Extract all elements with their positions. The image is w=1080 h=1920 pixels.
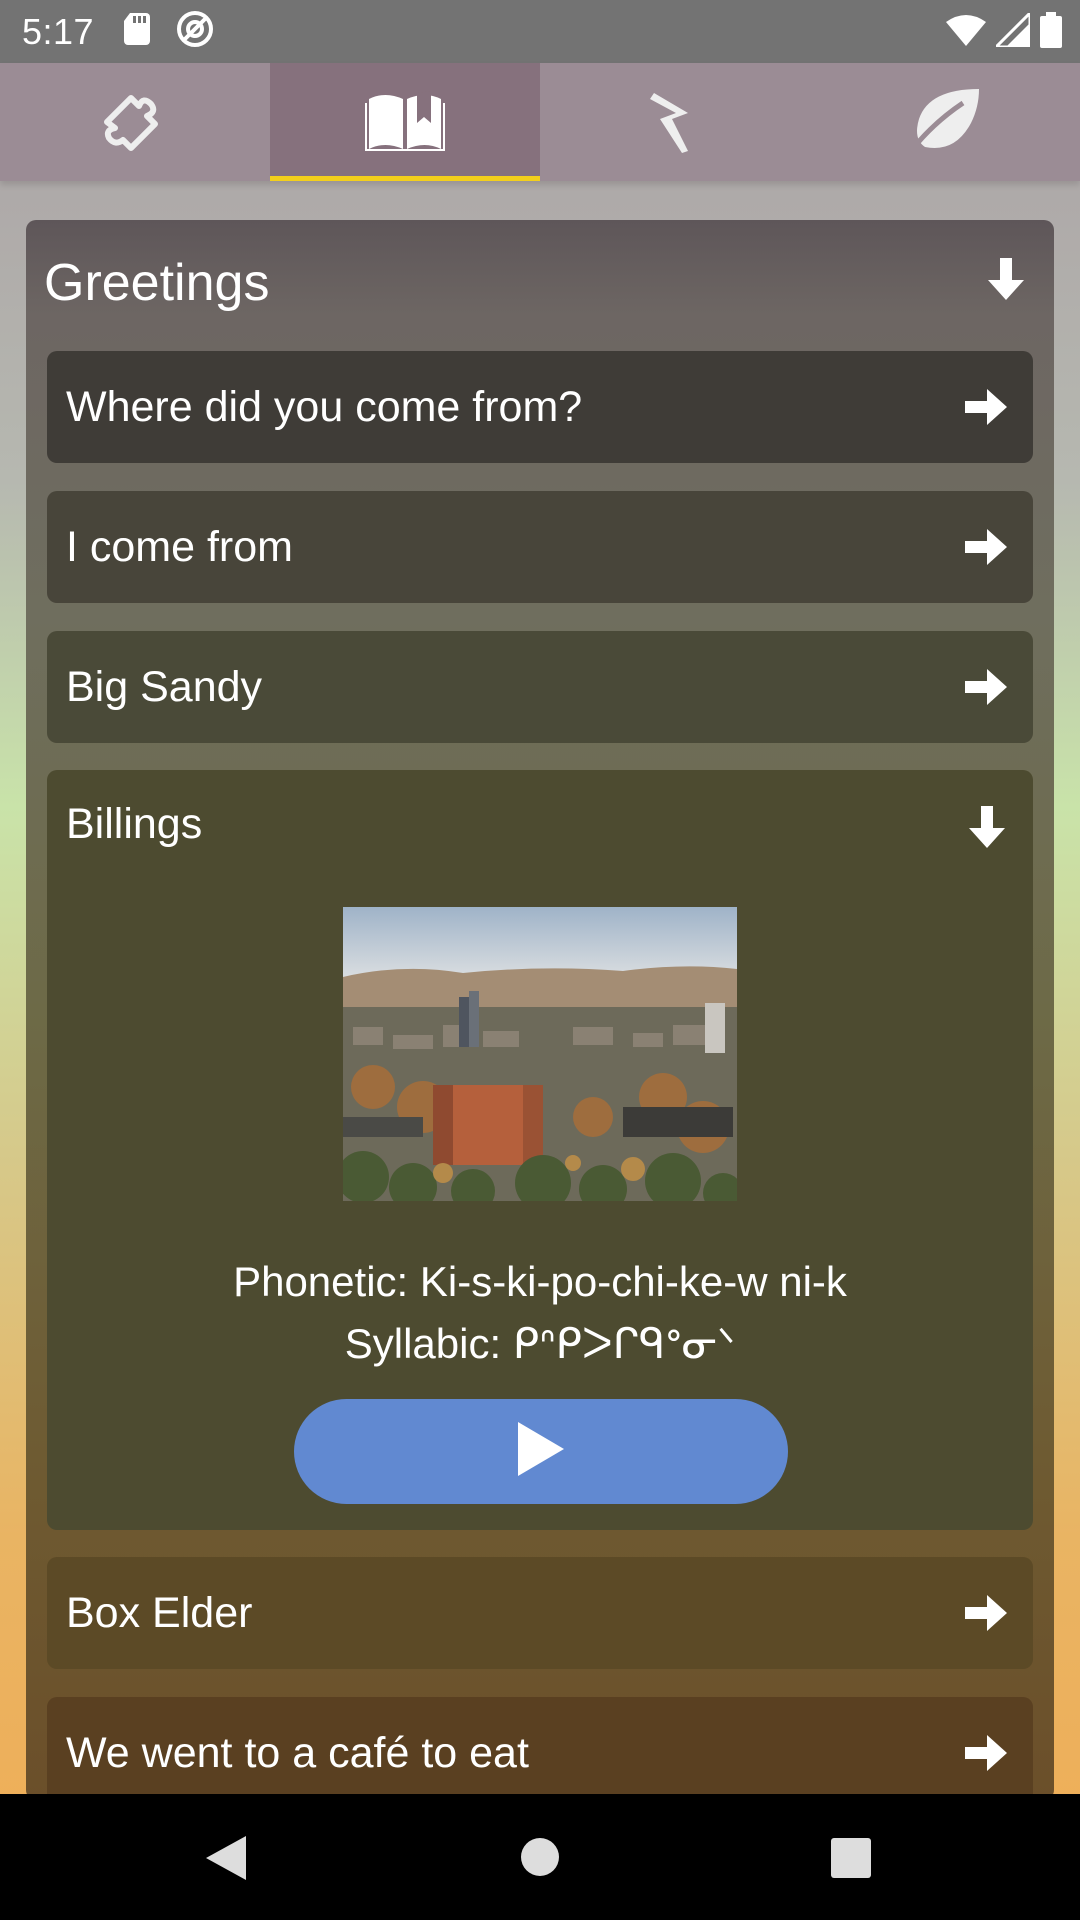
- list-item-label: I come from: [66, 522, 293, 571]
- tab-book[interactable]: [270, 63, 540, 181]
- arrow-right-icon: [965, 1733, 1007, 1784]
- wifi-icon: [946, 14, 986, 51]
- tab-lightning[interactable]: [540, 63, 810, 181]
- arrow-right-icon: [965, 1593, 1007, 1644]
- expanded-item-label[interactable]: Billings: [66, 800, 202, 849]
- status-time: 5:17: [22, 10, 95, 52]
- tab-leaf[interactable]: [810, 63, 1080, 181]
- status-icons: [946, 9, 1062, 53]
- tab-puzzle[interactable]: [0, 63, 270, 181]
- recents-icon[interactable]: [831, 1838, 871, 1883]
- list-item[interactable]: Box Elder: [47, 1557, 1033, 1669]
- city-photo: [343, 907, 737, 1201]
- signal-icon: [992, 9, 1032, 52]
- arrow-down-icon: [986, 258, 1026, 305]
- list-item-label: We went to a café to eat: [66, 1728, 529, 1777]
- list-item[interactable]: I come from: [47, 491, 1033, 603]
- list-item[interactable]: Big Sandy: [47, 631, 1033, 743]
- arrow-right-icon: [965, 387, 1007, 438]
- puzzle-icon: [97, 82, 173, 163]
- home-icon[interactable]: [521, 1838, 559, 1881]
- list-item-label: Box Elder: [66, 1588, 253, 1637]
- at-sign-icon: [176, 10, 214, 53]
- arrow-right-icon: [965, 667, 1007, 718]
- tab-bar: [0, 63, 1080, 181]
- section-header[interactable]: Greetings: [26, 220, 1054, 345]
- lightning-icon: [650, 85, 700, 160]
- expanded-item-billings: Billings Phonetic: Ki-s-ki-po-chi-ke-w n…: [47, 770, 1033, 1530]
- system-nav-bar: [0, 1794, 1080, 1920]
- syllabic-text: Syllabic: ᑭᐢᑭᐳᒋᑫᐤᓂᐠ: [344, 1320, 736, 1367]
- back-icon[interactable]: [206, 1836, 246, 1885]
- play-icon: [518, 1422, 564, 1481]
- arrow-down-icon[interactable]: [967, 806, 1007, 853]
- battery-icon: [1040, 12, 1062, 53]
- section-title: Greetings: [44, 253, 270, 312]
- phonetic-text: Phonetic: Ki-s-ki-po-chi-ke-w ni-k: [233, 1258, 847, 1305]
- status-bar: 5:17: [0, 0, 1080, 63]
- list-item-label: Where did you come from?: [66, 382, 583, 431]
- leaf-icon: [909, 87, 981, 158]
- list-item[interactable]: We went to a café to eat: [47, 1697, 1033, 1800]
- list-item[interactable]: Where did you come from?: [47, 351, 1033, 463]
- arrow-right-icon: [965, 527, 1007, 578]
- play-audio-button[interactable]: [294, 1399, 788, 1504]
- sd-card-icon: [124, 13, 152, 50]
- greetings-panel: Greetings Where did you come from? I com…: [26, 220, 1054, 1800]
- list-item-label: Big Sandy: [66, 662, 263, 711]
- book-icon: [363, 89, 447, 156]
